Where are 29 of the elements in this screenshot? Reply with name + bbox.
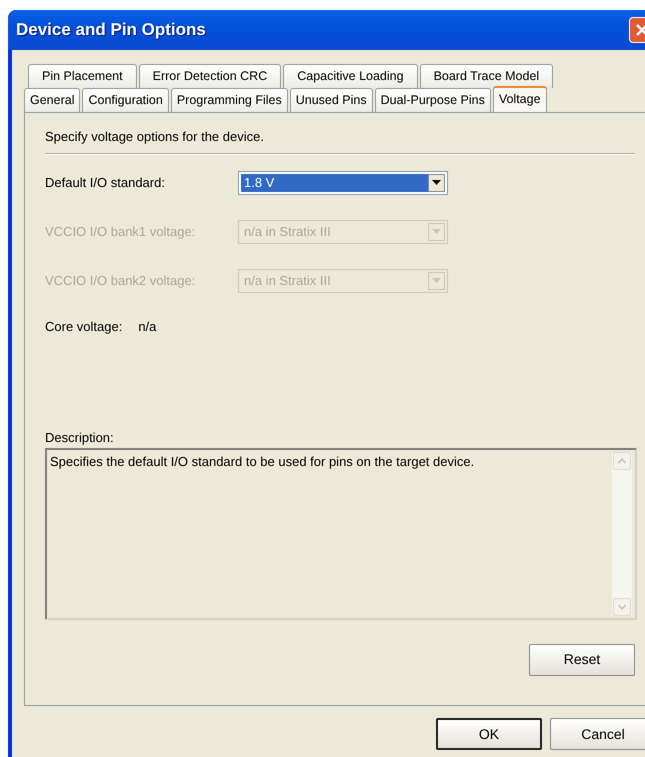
dropdown[interactable]: 1.8 V <box>238 170 448 194</box>
tab[interactable]: Capacitive Loading <box>283 64 418 88</box>
field-label: VCCIO I/O bank1 voltage: <box>45 222 196 241</box>
field-label: Default I/O standard: <box>45 174 166 192</box>
core-voltage-label: Core voltage: <box>45 318 122 336</box>
tab[interactable]: Configuration <box>82 88 169 112</box>
tab[interactable]: Pin Placement <box>28 64 137 88</box>
tab[interactable]: General <box>24 88 80 112</box>
tab[interactable]: Programming Files <box>170 88 288 112</box>
core-voltage-value: n/a <box>138 318 156 336</box>
cancel-button[interactable]: Cancel <box>550 718 645 750</box>
scrollbar[interactable] <box>612 452 632 616</box>
tab[interactable]: Dual-Purpose Pins <box>374 88 491 112</box>
description-label: Description: <box>45 429 115 447</box>
scroll-up-icon[interactable] <box>613 452 631 470</box>
ok-button[interactable]: OK <box>436 718 542 750</box>
reset-button[interactable]: Reset <box>529 644 635 676</box>
description-text: Specifies the default I/O standard to be used for pins on the target device. <box>50 452 476 471</box>
caret-icon <box>432 180 441 185</box>
scroll-down-icon[interactable] <box>613 598 631 616</box>
tab[interactable]: Unused Pins <box>290 88 373 112</box>
field-label: VCCIO I/O bank2 voltage: <box>45 272 196 290</box>
caret-icon <box>432 229 441 234</box>
intro-text: Specify voltage options for the device. <box>45 128 265 146</box>
tab[interactable]: Voltage <box>492 86 547 112</box>
caret-icon <box>432 278 441 283</box>
tab[interactable]: Error Detection CRC <box>138 64 282 88</box>
tab[interactable]: Board Trace Model <box>420 64 554 88</box>
window-title: Device and Pin Options <box>16 19 206 42</box>
